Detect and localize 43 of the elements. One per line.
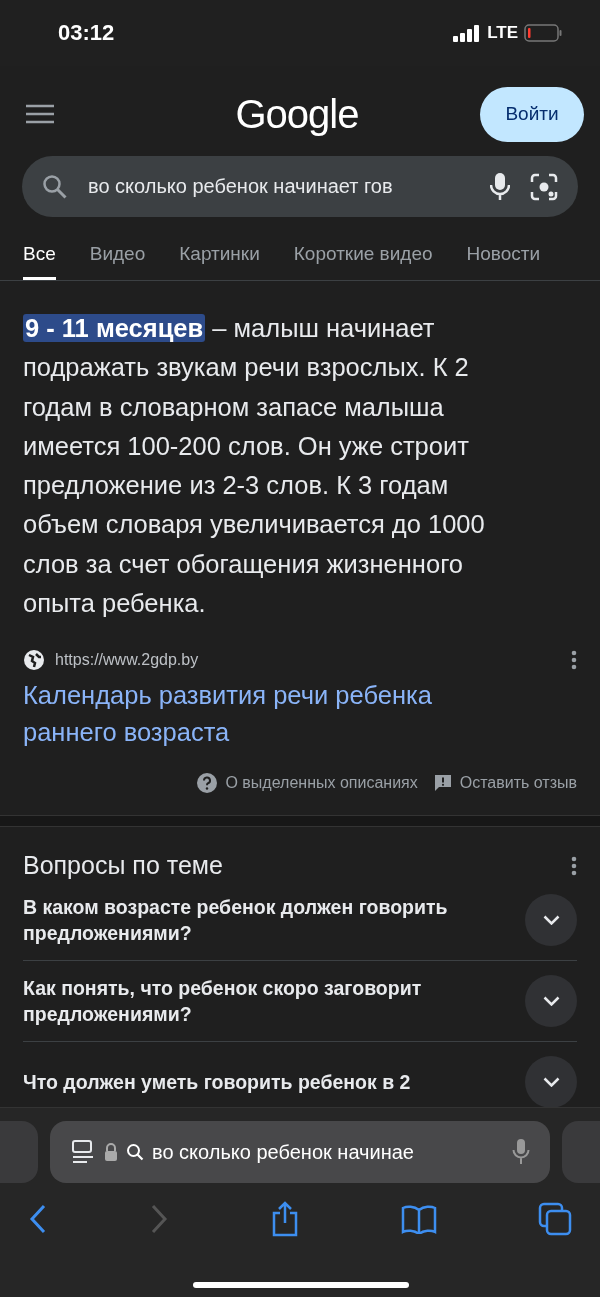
lock-icon xyxy=(104,1143,118,1161)
more-icon[interactable] xyxy=(571,855,577,876)
result-link[interactable]: Календарь развития речи ребенка раннего возраста xyxy=(23,677,493,752)
google-logo: Google xyxy=(235,91,359,137)
expand-button[interactable] xyxy=(525,1056,577,1108)
search-icon xyxy=(126,1143,144,1161)
chevron-icon xyxy=(542,1077,560,1088)
status-time: 03:12 xyxy=(58,20,115,46)
chevron-icon xyxy=(542,915,560,926)
network-label: LTE xyxy=(487,23,518,43)
search-tab[interactable]: Все xyxy=(23,243,56,280)
search-field[interactable]: во сколько ребенок начинает гов xyxy=(22,156,578,217)
share-icon[interactable] xyxy=(270,1201,300,1237)
feedback-icon xyxy=(433,774,452,793)
question-text[interactable]: Что должен уметь говорить ребенок в 2 xyxy=(23,1069,411,1096)
menu-icon[interactable] xyxy=(26,104,54,124)
expand-button[interactable] xyxy=(525,975,577,1028)
reader-icon[interactable] xyxy=(70,1139,96,1165)
search-tab[interactable]: Видео xyxy=(89,243,146,280)
battery-icon xyxy=(524,24,562,42)
about-link[interactable]: О выделенных описаниях xyxy=(225,774,418,793)
tabs-icon[interactable] xyxy=(538,1202,572,1236)
camera-icon[interactable] xyxy=(530,172,558,201)
more-icon[interactable] xyxy=(571,650,577,671)
search-tab[interactable]: Новости xyxy=(466,243,541,280)
address-field[interactable]: во сколько ребенок начинае xyxy=(50,1121,550,1183)
book-icon[interactable] xyxy=(401,1204,437,1234)
signal-icon xyxy=(453,24,482,42)
globe-icon xyxy=(23,649,45,672)
search-tab[interactable]: Короткие видео xyxy=(293,243,433,280)
search-icon xyxy=(42,173,68,200)
section-title: Вопросы по теме xyxy=(23,851,223,881)
question-text[interactable]: Как понять, что ребенок скоро заговорит предложениями? xyxy=(23,975,453,1028)
sign-in-button[interactable]: Войти xyxy=(480,86,584,142)
chevron-icon xyxy=(542,996,560,1007)
feedback-link[interactable]: Оставить отзыв xyxy=(459,774,577,793)
microphone-icon[interactable] xyxy=(490,172,510,201)
help-icon xyxy=(197,773,218,794)
source-url[interactable]: https://www.2gdp.by xyxy=(55,651,199,670)
answer-paragraph: 9 - 11 месяцев – малыш начинает подражать звукам речи взрослых. К 2 годам в словарном запасе малыша имеется 100-200 слов. Он уже строит предложение из 2-3 слов. К 3 годам объем словаря увеличивается до 1000 слов за счет обогащения жизненного опыта ребенка. xyxy=(23,313,486,620)
search-tab[interactable]: Картинки xyxy=(179,243,260,280)
question-text[interactable]: В каком возрасте ребенок должен говорить предложениями? xyxy=(23,894,453,947)
back-icon[interactable] xyxy=(28,1204,48,1234)
